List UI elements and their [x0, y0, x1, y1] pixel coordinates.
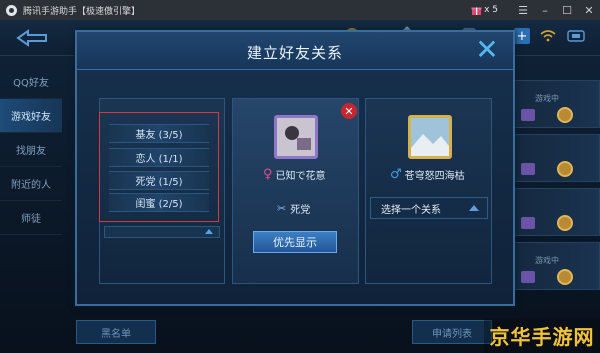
list-item[interactable]: 游戏中 — [500, 242, 600, 290]
menu-icon: ☰ — [518, 3, 528, 17]
maximize-icon: ☐ — [562, 3, 572, 17]
nav-label: QQ好友 — [13, 78, 49, 89]
wifi-icon — [540, 30, 556, 42]
settings-icon[interactable] — [566, 28, 586, 44]
close-icon[interactable]: ✕ — [473, 36, 501, 64]
dropdown-option[interactable]: 恋人 (1/1) — [109, 148, 209, 167]
rank-badge-icon — [521, 109, 535, 121]
nav-item-qq-friends[interactable]: QQ好友 — [0, 65, 62, 99]
friend-name-text: 已知で花意 — [275, 171, 326, 182]
male-icon: ♂ — [390, 167, 402, 182]
watermark: 京华手游网 — [484, 318, 600, 353]
nav-label: 附近的人 — [11, 180, 51, 191]
status-label: 游戏中 — [535, 256, 559, 265]
window-titlebar: 腾讯手游助手【极速傲引擎】 x 5 ☰ – ☐ ✕ — [0, 0, 600, 20]
relationship-icon: ✂ — [277, 202, 287, 215]
relationship-label: ✂ 死党 — [277, 201, 310, 216]
request-list-button[interactable]: 申请列表 — [412, 320, 492, 344]
nav-item-game-friends[interactable]: 游戏好友 — [0, 99, 62, 133]
relationship-text: 死党 — [290, 205, 311, 216]
blacklist-button[interactable]: 黑名单 — [76, 320, 156, 344]
relationship-dropdown: 基友 (3/5) 恋人 (1/1) 死党 (1/5) 闺蜜 (2/5) — [99, 112, 219, 222]
rank-badge-icon — [521, 163, 535, 175]
avatar — [274, 115, 318, 159]
chevron-up-icon — [469, 205, 479, 211]
plus-icon: + — [516, 28, 528, 44]
close-icon: ✕ — [584, 3, 594, 17]
dropdown-option[interactable]: 闺蜜 (2/5) — [109, 193, 209, 212]
dropdown-option[interactable]: 死党 (1/5) — [109, 171, 209, 190]
friend-name-text: 苍穹怒四海枯 — [404, 171, 465, 182]
window-controls: x 5 ☰ – ☐ ✕ — [471, 0, 600, 20]
modal-title: 建立好友关系 — [246, 44, 343, 62]
dropdown-option[interactable]: 基友 (3/5) — [109, 124, 209, 143]
nav-label: 游戏好友 — [11, 112, 51, 123]
coin-icon — [557, 107, 573, 123]
gift-icon — [471, 7, 482, 15]
friend-name: ♂ 苍穹怒四海枯 — [390, 167, 465, 182]
rank-badge-icon — [521, 217, 535, 229]
list-item[interactable] — [500, 134, 600, 182]
maximize-button[interactable]: ☐ — [556, 0, 578, 20]
menu-button[interactable]: ☰ — [512, 0, 534, 20]
status-label: 游戏中 — [535, 94, 559, 103]
rank-badge-icon — [521, 271, 535, 283]
nav-item-nearby[interactable]: 附近的人 — [0, 167, 62, 201]
window-title: 腾讯手游助手【极速傲引擎】 — [23, 6, 141, 17]
nav-item-find-friends[interactable]: 找朋友 — [0, 133, 62, 167]
friend-card-right: ♂ 苍穹怒四海枯 选择一个关系 — [365, 98, 492, 284]
minimize-button[interactable]: – — [534, 0, 556, 20]
nav-label: 师徒 — [21, 214, 41, 225]
avatar — [408, 115, 452, 159]
gift-count: x 5 — [484, 5, 498, 15]
close-window-button[interactable]: ✕ — [578, 0, 600, 20]
select-label: 选择一个关系 — [381, 204, 441, 216]
relationship-select[interactable]: 选择一个关系 — [370, 197, 488, 219]
avatar-image — [277, 118, 315, 156]
add-currency-button[interactable]: + — [514, 28, 530, 44]
friend-card-center: ✕ ♀ 已知で花意 ✂ 死党 优先显示 — [232, 98, 359, 284]
list-item[interactable] — [500, 188, 600, 236]
nav-item-mentor[interactable]: 师徒 — [0, 201, 62, 235]
chevron-up-icon — [205, 229, 213, 234]
modal-header: 建立好友关系 ✕ — [77, 32, 513, 70]
remove-relationship-button[interactable]: ✕ — [341, 103, 357, 119]
close-icon: ✕ — [344, 104, 354, 118]
list-item[interactable]: 游戏中 — [500, 80, 600, 128]
app-logo-icon — [6, 4, 17, 16]
dropdown-toggle[interactable] — [104, 226, 220, 238]
nav-label: 找朋友 — [16, 146, 46, 157]
back-arrow-icon[interactable] — [14, 27, 50, 49]
coin-icon — [557, 269, 573, 285]
avatar-image — [411, 118, 449, 156]
priority-display-button[interactable]: 优先显示 — [253, 231, 337, 253]
friend-list: 游戏中 游戏中 — [500, 80, 600, 296]
female-icon: ♀ — [263, 167, 273, 182]
gift-badge[interactable]: x 5 — [471, 5, 498, 16]
minimize-icon: – — [542, 3, 548, 17]
coin-icon — [557, 215, 573, 231]
friend-name: ♀ 已知で花意 — [263, 167, 326, 182]
friend-nav: QQ好友 游戏好友 找朋友 附近的人 师徒 — [0, 65, 62, 235]
coin-icon — [557, 161, 573, 177]
